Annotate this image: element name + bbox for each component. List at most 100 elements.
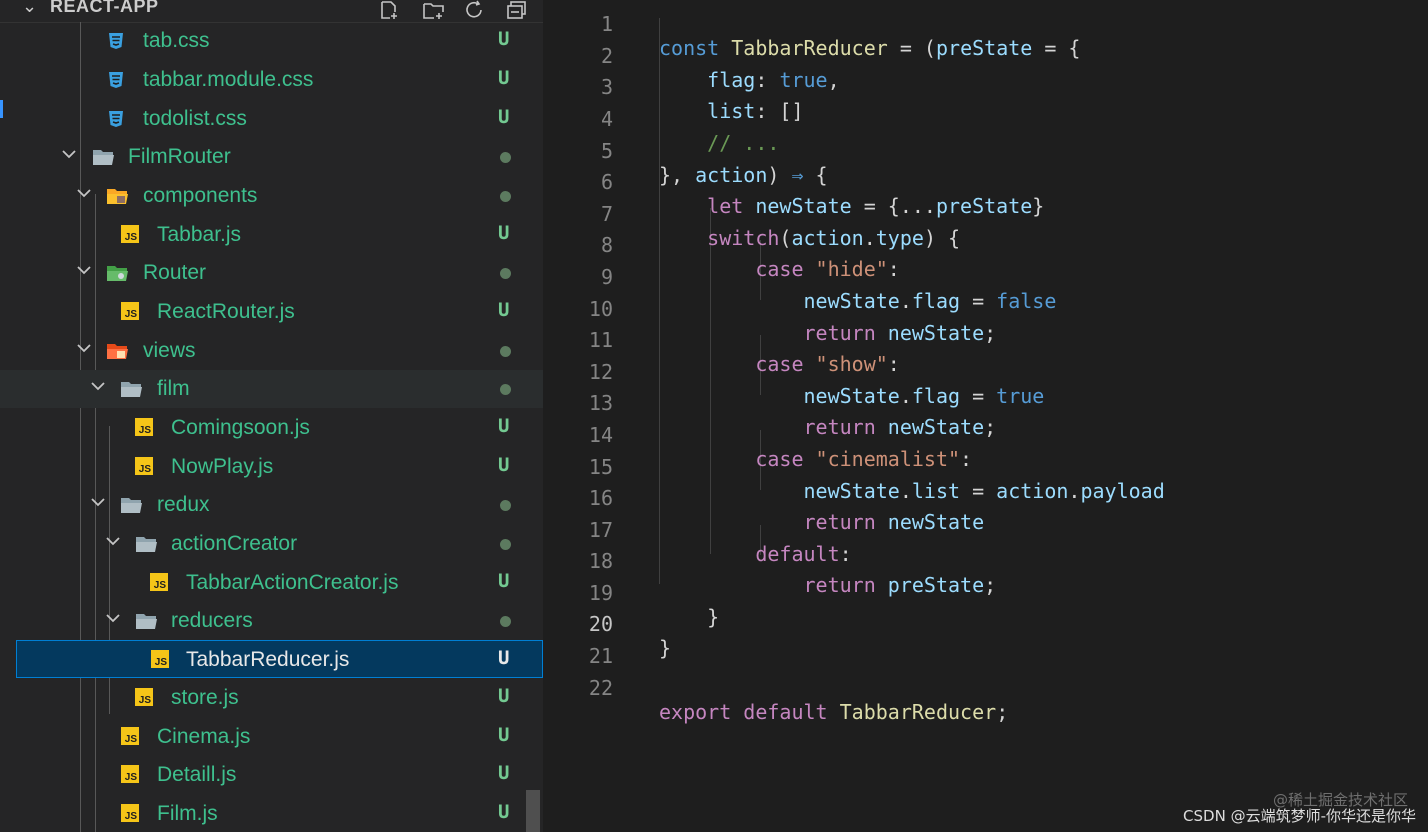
file-label: tab.css [143, 29, 210, 52]
file-item[interactable]: tab.css U [0, 22, 543, 60]
chevron-down-icon[interactable] [60, 145, 78, 163]
code-line: 7 switch(action.type) { [543, 178, 1428, 250]
folder-open-icon [120, 379, 142, 399]
file-item[interactable]: JS Film.js U [0, 795, 543, 832]
file-label: Detaill.js [157, 763, 237, 786]
js-icon: JS [135, 457, 153, 475]
refresh-icon[interactable] [464, 0, 486, 18]
chevron-down-icon[interactable] [104, 532, 122, 550]
modified-dot [500, 268, 511, 279]
chevron-down-icon[interactable]: ⌄ [22, 0, 37, 17]
file-label: Tabbar.js [157, 223, 242, 246]
git-status-badge: U [498, 222, 510, 244]
code-line: 6 let newState = {...preState} [543, 146, 1428, 218]
file-item[interactable]: JS ReactRouter.js U [0, 293, 543, 331]
folder-item[interactable]: Router [0, 254, 543, 292]
line-number: 22 [588, 676, 613, 700]
folder-item[interactable]: actionCreator [0, 525, 543, 563]
css-icon [106, 31, 128, 51]
js-icon: JS [121, 302, 139, 320]
router-folder-icon [106, 263, 128, 283]
sidebar-scrollbar[interactable] [526, 790, 540, 832]
code-line: 12 newState.flag = true [543, 336, 1428, 408]
folder-label: redux [157, 493, 210, 516]
modified-dot [500, 616, 511, 627]
folder-item[interactable]: views [0, 332, 543, 370]
explorer-title: REACT-APP [50, 0, 159, 16]
code-line: 15 newState.list = action.payload [543, 431, 1428, 503]
chevron-down-icon[interactable] [75, 339, 93, 357]
file-item[interactable]: JS TabbarActionCreator.js U [0, 564, 543, 602]
new-file-icon[interactable] [380, 0, 402, 19]
code-text: export default TabbarReducer; [659, 700, 1009, 724]
git-status-badge: U [498, 685, 510, 707]
folder-item[interactable]: redux [0, 486, 543, 524]
file-item[interactable]: todolist.css U [0, 100, 543, 138]
watermark-csdn: CSDN @云端筑梦师-你华还是你华 [1183, 807, 1416, 825]
modified-dot [500, 346, 511, 357]
file-item[interactable]: JS NowPlay.js U [0, 448, 543, 486]
git-status-badge: U [498, 106, 510, 128]
file-label: Film.js [157, 802, 218, 825]
code-editor[interactable]: 1 const TabbarReducer = (preState = { 2 … [543, 0, 1428, 832]
code-line: 2 flag: true, [543, 20, 1428, 92]
code-line-active: 20 } [543, 588, 1428, 660]
folder-item[interactable]: FilmRouter [0, 138, 543, 176]
file-item[interactable]: JS Comingsoon.js U [0, 409, 543, 447]
folder-label: actionCreator [171, 532, 298, 555]
file-label: store.js [171, 686, 239, 709]
folder-item[interactable]: components [0, 177, 543, 215]
js-icon: JS [121, 727, 139, 745]
code-line: 5 }, action) ⇒ { [543, 115, 1428, 187]
chevron-down-icon[interactable] [89, 493, 107, 511]
file-label: ReactRouter.js [157, 300, 295, 323]
js-icon: JS [121, 804, 139, 822]
file-label: todolist.css [143, 107, 247, 130]
js-icon: JS [151, 650, 169, 668]
collapse-all-icon[interactable] [506, 0, 528, 19]
folder-label: Router [143, 261, 207, 284]
code-line: 18 return preState; [543, 525, 1428, 597]
file-label: Cinema.js [157, 725, 251, 748]
folder-label: FilmRouter [128, 145, 231, 168]
git-status-badge: U [498, 724, 510, 746]
file-item-selected[interactable]: JS TabbarReducer.js U [16, 640, 543, 678]
chevron-down-icon[interactable] [75, 184, 93, 202]
code-line: 22 export default TabbarReducer; [543, 652, 1428, 724]
file-item[interactable]: JS store.js U [0, 679, 543, 717]
js-icon: JS [121, 765, 139, 783]
file-label: TabbarActionCreator.js [186, 571, 399, 594]
file-label: Comingsoon.js [171, 416, 310, 439]
js-icon: JS [121, 225, 139, 243]
code-line: 16 return newState [543, 462, 1428, 534]
new-folder-icon[interactable] [422, 0, 444, 19]
file-item[interactable]: JS Tabbar.js U [0, 216, 543, 254]
folder-open-icon [135, 534, 157, 554]
chevron-down-icon[interactable] [89, 377, 107, 395]
folder-item[interactable]: reducers [0, 602, 543, 640]
file-item[interactable]: JS Cinema.js U [0, 718, 543, 756]
views-folder-icon [106, 341, 128, 361]
chevron-down-icon[interactable] [104, 609, 122, 627]
js-icon: JS [150, 573, 168, 591]
chevron-down-icon[interactable] [75, 261, 93, 279]
file-item[interactable]: tabbar.module.css U [0, 61, 543, 99]
folder-label: components [143, 184, 258, 207]
folder-open-icon [92, 147, 114, 167]
code-line: 17 default: [543, 494, 1428, 566]
folder-label: views [143, 339, 196, 362]
folder-open-icon [135, 611, 157, 631]
git-status-badge: U [498, 415, 510, 437]
folder-label: film [157, 377, 190, 400]
git-status-badge: U [498, 801, 510, 823]
code-line: 11 case "show": [543, 304, 1428, 376]
git-status-badge: U [498, 762, 510, 784]
components-folder-icon [106, 186, 128, 206]
git-status-badge: U [498, 28, 510, 50]
file-item[interactable]: JS Detaill.js U [0, 756, 543, 794]
explorer-header[interactable]: ⌄ REACT-APP [0, 0, 543, 23]
js-icon: JS [135, 688, 153, 706]
folder-item[interactable]: film [0, 370, 543, 408]
css-icon [106, 70, 128, 90]
code-line: 10 return newState; [543, 273, 1428, 345]
